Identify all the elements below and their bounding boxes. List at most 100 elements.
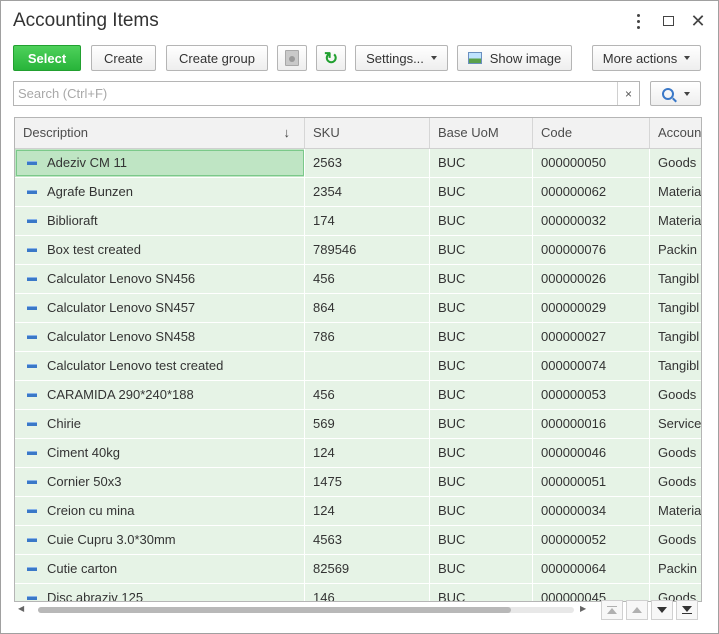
horizontal-scrollbar[interactable]: ◀ ▶ [14,602,604,618]
close-icon[interactable]: ✕ [688,11,708,31]
table-row[interactable]: Creion cu mina 124 BUC 000000034 Materia [15,497,701,526]
cell-description[interactable]: Biblioraft [15,207,305,235]
cell-sku[interactable]: 174 [305,207,430,235]
cell-account[interactable]: Goods [650,381,701,409]
cell-account[interactable]: Tangibl [650,352,701,380]
table-row[interactable]: Adeziv CM 11 2563 BUC 000000050 Goods [15,149,701,178]
cell-account[interactable]: Packin [650,236,701,264]
cell-description[interactable]: Agrafe Bunzen [15,178,305,206]
cell-base-uom[interactable]: BUC [430,323,533,351]
cell-description[interactable]: Creion cu mina [15,497,305,525]
cell-description[interactable]: Ciment 40kg [15,439,305,467]
cell-code[interactable]: 000000027 [533,323,650,351]
table-row[interactable]: Calculator Lenovo SN458 786 BUC 000000027 Ta… [15,323,701,352]
cell-base-uom[interactable]: BUC [430,584,533,601]
cell-base-uom[interactable]: BUC [430,497,533,525]
cell-base-uom[interactable]: BUC [430,207,533,235]
settings-button[interactable]: Settings... [355,45,448,71]
cell-description[interactable]: CARAMIDA 290*240*188 [15,381,305,409]
scroll-to-bottom-button[interactable] [676,600,698,620]
cell-description[interactable]: Calculator Lenovo SN456 [15,265,305,293]
column-header-account[interactable]: Accoun [650,118,701,148]
cell-code[interactable]: 000000034 [533,497,650,525]
scroll-left-icon[interactable]: ◀ [18,604,24,613]
cell-account[interactable]: Service [650,410,701,438]
cell-sku[interactable]: 124 [305,439,430,467]
cell-sku[interactable]: 1475 [305,468,430,496]
column-header-code[interactable]: Code [533,118,650,148]
cell-base-uom[interactable]: BUC [430,439,533,467]
cell-description[interactable]: Calculator Lenovo test created [15,352,305,380]
cell-description[interactable]: Calculator Lenovo SN457 [15,294,305,322]
cell-sku[interactable]: 146 [305,584,430,601]
cell-sku[interactable]: 456 [305,265,430,293]
cell-account[interactable]: Goods [650,468,701,496]
cell-description[interactable]: Adeziv CM 11 [15,149,305,177]
select-button[interactable]: Select [13,45,81,71]
scroll-right-icon[interactable]: ▶ [580,604,586,613]
cell-account[interactable]: Tangibl [650,323,701,351]
cell-account[interactable]: Packin [650,555,701,583]
create-group-button[interactable]: Create group [166,45,268,71]
cell-account[interactable]: Materia [650,497,701,525]
table-row[interactable]: Chirie 569 BUC 000000016 Service [15,410,701,439]
cell-code[interactable]: 000000051 [533,468,650,496]
table-row[interactable]: Cutie carton 82569 BUC 000000064 Packin [15,555,701,584]
cell-description[interactable]: Disc abraziv 125 [15,584,305,601]
page-up-button[interactable] [626,600,648,620]
refresh-button[interactable]: ↻ [316,45,346,71]
cell-sku[interactable]: 4563 [305,526,430,554]
cell-description[interactable]: Cuie Cupru 3.0*30mm [15,526,305,554]
cell-account[interactable]: Goods [650,526,701,554]
more-menu-icon[interactable] [628,11,648,31]
table-row[interactable]: Box test created 789546 BUC 000000076 Packin [15,236,701,265]
cell-account[interactable]: Materia [650,207,701,235]
scroll-to-top-button[interactable] [601,600,623,620]
cell-code[interactable]: 000000029 [533,294,650,322]
clear-search-button[interactable]: × [617,82,639,105]
cell-description[interactable]: Calculator Lenovo SN458 [15,323,305,351]
table-row[interactable]: Agrafe Bunzen 2354 BUC 000000062 Materia [15,178,701,207]
table-row[interactable]: Disc abraziv 125 146 BUC 000000045 Goods [15,584,701,601]
cell-account[interactable]: Goods [650,439,701,467]
cell-account[interactable]: Tangibl [650,265,701,293]
search-button[interactable] [650,81,701,106]
search-input[interactable] [14,82,618,105]
cell-base-uom[interactable]: BUC [430,381,533,409]
cell-code[interactable]: 000000026 [533,265,650,293]
cell-sku[interactable]: 124 [305,497,430,525]
cell-code[interactable]: 000000050 [533,149,650,177]
table-row[interactable]: Calculator Lenovo SN456 456 BUC 000000026 Ta… [15,265,701,294]
cell-base-uom[interactable]: BUC [430,555,533,583]
cell-description[interactable]: Box test created [15,236,305,264]
cell-sku[interactable]: 789546 [305,236,430,264]
cell-sku[interactable]: 864 [305,294,430,322]
cell-base-uom[interactable]: BUC [430,352,533,380]
cell-sku[interactable]: 786 [305,323,430,351]
cell-code[interactable]: 000000074 [533,352,650,380]
table-row[interactable]: Calculator Lenovo test created BUC 0000000… [15,352,701,381]
cell-base-uom[interactable]: BUC [430,265,533,293]
create-button[interactable]: Create [91,45,156,71]
cell-sku[interactable]: 456 [305,381,430,409]
copy-button[interactable] [277,45,307,71]
cell-base-uom[interactable]: BUC [430,410,533,438]
table-row[interactable]: CARAMIDA 290*240*188 456 BUC 000000053 Goods [15,381,701,410]
column-header-description[interactable]: Description ↓ [15,118,305,148]
table-row[interactable]: Cornier 50x3 1475 BUC 000000051 Goods [15,468,701,497]
show-image-button[interactable]: Show image [457,45,572,71]
cell-account[interactable]: Tangibl [650,294,701,322]
page-down-button[interactable] [651,600,673,620]
cell-code[interactable]: 000000032 [533,207,650,235]
cell-sku[interactable] [305,352,430,380]
cell-base-uom[interactable]: BUC [430,149,533,177]
table-row[interactable]: Ciment 40kg 124 BUC 000000046 Goods [15,439,701,468]
cell-account[interactable]: Materia [650,178,701,206]
table-row[interactable]: Cuie Cupru 3.0*30mm 4563 BUC 000000052 Goods [15,526,701,555]
column-header-base-uom[interactable]: Base UoM [430,118,533,148]
cell-base-uom[interactable]: BUC [430,294,533,322]
cell-description[interactable]: Cutie carton [15,555,305,583]
column-header-sku[interactable]: SKU [305,118,430,148]
table-row[interactable]: Calculator Lenovo SN457 864 BUC 000000029 Ta… [15,294,701,323]
cell-code[interactable]: 000000046 [533,439,650,467]
